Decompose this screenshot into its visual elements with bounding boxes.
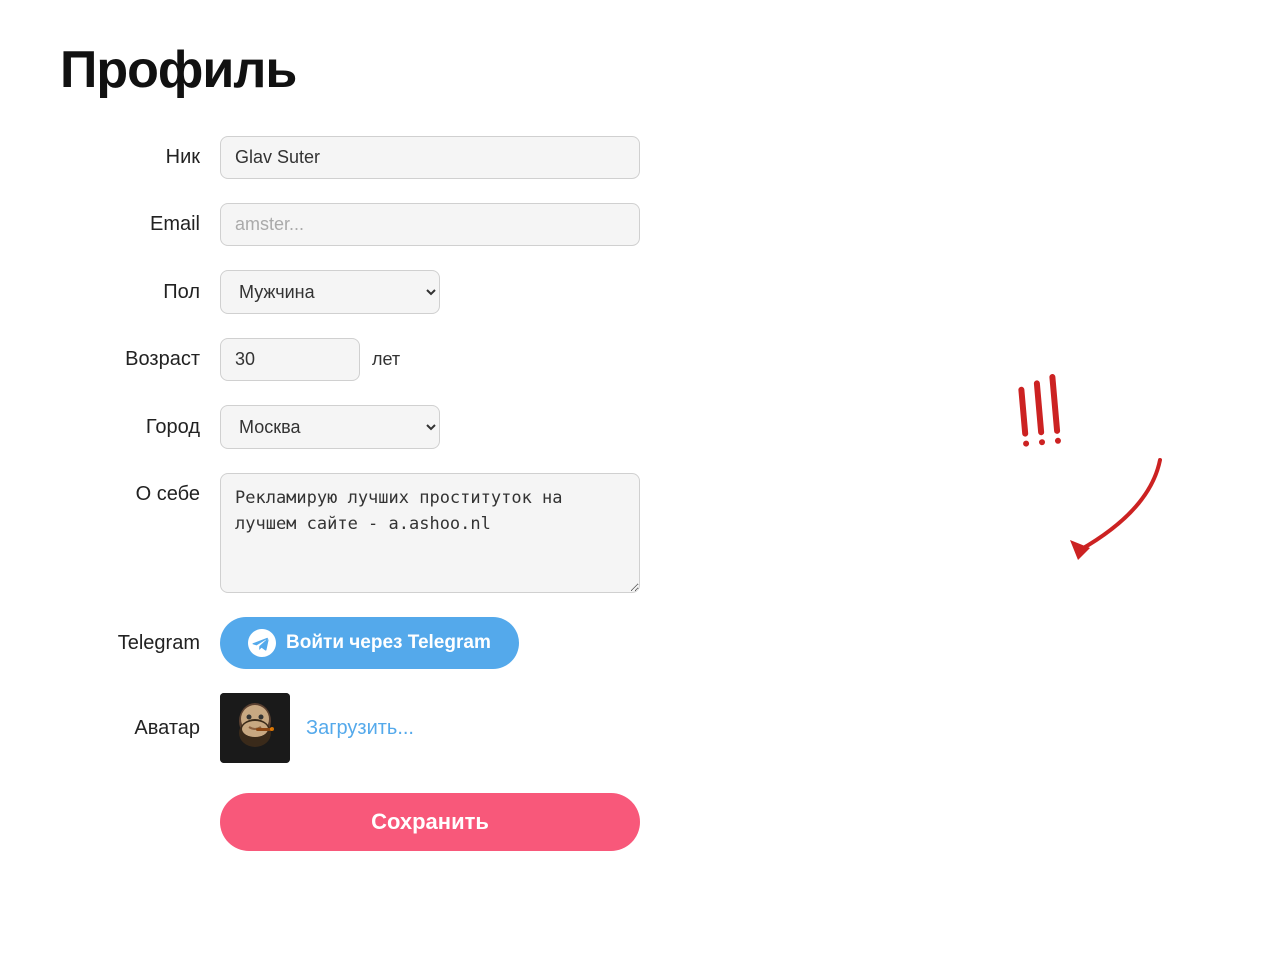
profile-form: Ник Email Пол Мужчина Женщина Возраст ле…: [60, 136, 760, 851]
avatar-label: Аватар: [60, 717, 220, 740]
about-row: О себе Рекламирую лучших проституток на …: [60, 473, 760, 593]
avatar-svg: [220, 693, 290, 763]
telegram-row: Telegram Войти через Telegram: [60, 617, 760, 669]
avatar-image: [220, 693, 290, 763]
page-title: Профиль: [60, 40, 1220, 100]
telegram-btn-label: Войти через Telegram: [286, 632, 491, 654]
age-input[interactable]: [220, 338, 360, 381]
annotation-arrow: [1020, 450, 1180, 570]
email-row: Email: [60, 203, 760, 246]
city-select[interactable]: Москва Санкт-Петербург Другой: [220, 405, 440, 449]
age-input-group: лет: [220, 338, 400, 381]
gender-select[interactable]: Мужчина Женщина: [220, 270, 440, 314]
about-textarea[interactable]: Рекламирую лучших проституток на лучшем …: [220, 473, 640, 593]
email-input[interactable]: [220, 203, 640, 246]
gender-label: Пол: [60, 281, 220, 304]
telegram-label: Telegram: [60, 632, 220, 655]
email-label: Email: [60, 213, 220, 236]
city-label: Город: [60, 416, 220, 439]
telegram-icon: [248, 629, 276, 657]
avatar-section: Загрузить...: [220, 693, 414, 763]
age-row: Возраст лет: [60, 338, 760, 381]
telegram-login-button[interactable]: Войти через Telegram: [220, 617, 519, 669]
save-button[interactable]: Сохранить: [220, 793, 640, 851]
avatar-upload-link[interactable]: Загрузить...: [306, 717, 414, 740]
city-row: Город Москва Санкт-Петербург Другой: [60, 405, 760, 449]
age-unit: лет: [372, 349, 400, 370]
nik-label: Ник: [60, 146, 220, 169]
annotation-area: [1020, 370, 1180, 575]
age-label: Возраст: [60, 348, 220, 371]
nik-row: Ник: [60, 136, 760, 179]
nik-input[interactable]: [220, 136, 640, 179]
gender-row: Пол Мужчина Женщина: [60, 270, 760, 314]
avatar-row: Аватар: [60, 693, 760, 763]
about-label: О себе: [60, 473, 220, 506]
